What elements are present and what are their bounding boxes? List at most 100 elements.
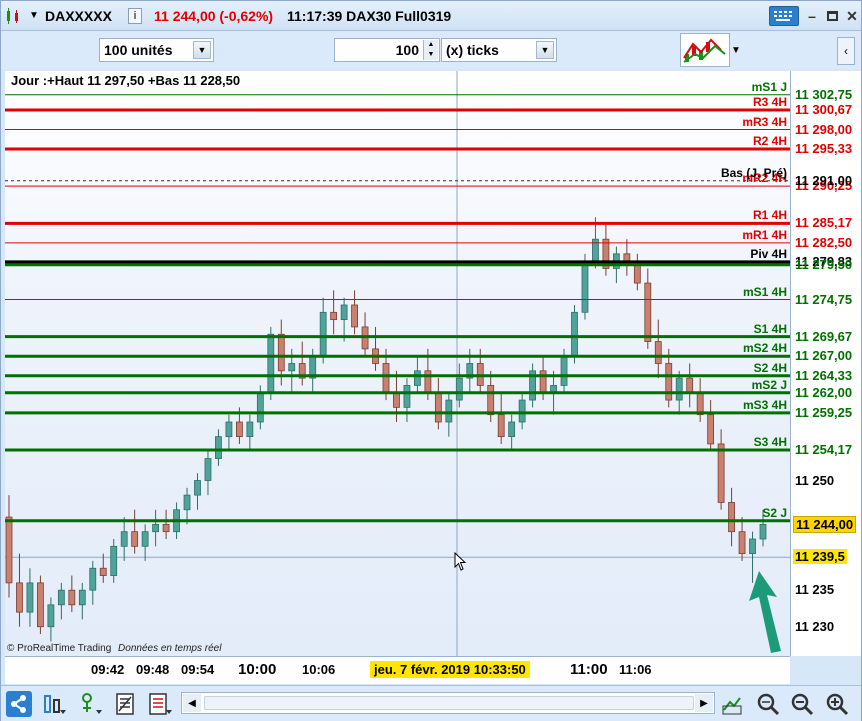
ticks-select[interactable]: (x) ticks ▼: [441, 38, 557, 62]
level-price-label: 11 269,67: [795, 328, 853, 344]
candle-body: [215, 436, 222, 459]
footer-brand: © ProRealTime Trading: [7, 643, 112, 654]
info-icon[interactable]: i: [128, 8, 142, 24]
candle-body: [16, 582, 23, 613]
chevron-down-icon[interactable]: ▼: [536, 41, 554, 59]
candle-body: [445, 399, 453, 423]
candle-body: [393, 392, 400, 408]
level-price-label: 11 254,17: [795, 442, 853, 457]
candle-body: [434, 392, 442, 423]
chart-footer: © ProRealTime Trading Données en temps r…: [7, 643, 221, 654]
dropdown-arrow-icon[interactable]: ▼: [29, 10, 39, 21]
trading-window: ▼ DAXXXXX i 11 244,00 (-0,62%) 11:17:39 …: [0, 0, 862, 721]
candle-body: [403, 385, 411, 408]
level-price-label: 11 302,75: [795, 86, 853, 102]
time-label: 09:42: [91, 662, 125, 677]
candle-body: [717, 443, 725, 503]
zoom-out-icon[interactable]: [789, 691, 815, 717]
level-price-label: 11 282,50: [795, 234, 853, 250]
scroll-thumb[interactable]: [204, 696, 694, 710]
chart-canvas[interactable]: [5, 71, 790, 656]
candle-body: [246, 421, 254, 438]
level-price-label: 11 298,00: [795, 121, 853, 137]
chart-type-icon[interactable]: [41, 691, 67, 717]
candle-body: [225, 421, 233, 438]
candle-body: [68, 589, 76, 606]
candle-body: [330, 311, 338, 321]
title-bar: ▼ DAXXXXX i 11 244,00 (-0,62%) 11:17:39 …: [1, 1, 861, 31]
order-toolbar: 100 unités ▼ 100 ▲ ▼ (x) ticks ▼ ▼ ‹: [1, 31, 861, 69]
symbol-name[interactable]: DAXXXXX: [45, 8, 112, 24]
candle-body: [665, 363, 673, 401]
candle-body: [57, 589, 65, 606]
level-label: Piv 4H: [750, 247, 787, 262]
cursor-time-label: jeu. 7 févr. 2019 10:33:50: [370, 661, 530, 678]
candle-body: [738, 531, 746, 555]
level-label: S1 4H: [753, 321, 787, 336]
price-chart[interactable]: mS1 J R3 4H mR3 4H R2 4H mR2 4H R1 4H mR1 4H Pi…: [5, 71, 790, 656]
horizontal-scrollbar[interactable]: ◀ ▶: [181, 692, 715, 714]
share-icon[interactable]: [6, 691, 32, 717]
level-label: mS2 J: [751, 377, 787, 392]
drawing-list-icon[interactable]: [113, 691, 139, 717]
candle-body: [204, 458, 212, 481]
level-label: mS1 4H: [742, 284, 787, 299]
quantity-stepper[interactable]: 100 ▲ ▼: [334, 38, 440, 62]
units-select[interactable]: 100 unités ▼: [99, 38, 214, 62]
level-label: mS1 J: [751, 79, 787, 94]
price-axis[interactable]: 11 302,75 11 300,67 11 298,00 11 295,33 11 2…: [790, 71, 861, 656]
chart-indicator-button[interactable]: [680, 33, 730, 67]
mouse-pointer-icon: [454, 552, 467, 571]
minimize-icon[interactable]: –: [801, 7, 823, 25]
chevron-down-icon[interactable]: ▼: [193, 41, 211, 59]
objects-icon[interactable]: [147, 691, 173, 717]
stepper-arrows-icon[interactable]: ▲ ▼: [423, 40, 438, 60]
candle-body: [141, 531, 149, 547]
maximize-icon[interactable]: [821, 7, 843, 25]
level-label: mR1 4H: [742, 227, 787, 242]
units-value: 100 unités: [104, 42, 173, 58]
arrow-up-icon: [749, 571, 781, 653]
current-price-label: 11 244,00: [793, 516, 857, 534]
candle-body: [319, 311, 327, 357]
candle-body: [644, 282, 652, 342]
quantity-value[interactable]: 100: [396, 42, 419, 58]
candle-body: [508, 421, 516, 438]
auto-scroll-icon[interactable]: [719, 691, 745, 717]
candle-body: [497, 414, 505, 438]
time-axis[interactable]: 09:42 09:48 09:54 10:00 10:06 jeu. 7 fév…: [5, 656, 790, 684]
close-icon[interactable]: ✕: [841, 7, 862, 25]
candle-body: [623, 253, 631, 262]
time-label: 10:00: [238, 661, 277, 678]
level-label: R3 4H: [752, 94, 787, 109]
level-label: mS2 4H: [742, 341, 787, 356]
candle-body: [571, 311, 578, 357]
candle-body: [560, 355, 568, 386]
bas-label: Bas (J. Pré): [720, 165, 787, 180]
level-label: S3 4H: [753, 435, 787, 449]
zoom-fit-icon[interactable]: [755, 691, 781, 717]
candle-body: [120, 531, 128, 547]
candle-body: [424, 370, 432, 394]
scroll-right-icon[interactable]: ▶: [695, 694, 713, 712]
candle-body: [414, 370, 421, 386]
chevron-down-icon[interactable]: ▼: [731, 45, 741, 56]
keyboard-icon[interactable]: [769, 6, 799, 26]
candle-body: [675, 377, 683, 401]
indicators-icon[interactable]: [79, 691, 105, 717]
level-price-label: 11 259,25: [795, 404, 853, 420]
candle-body: [235, 421, 243, 438]
side-panel-toggle[interactable]: ‹: [837, 37, 855, 65]
bar-chart-icon[interactable]: [5, 7, 21, 25]
zoom-in-icon[interactable]: [824, 691, 850, 717]
candle-body: [728, 502, 735, 533]
candle-body: [277, 333, 285, 372]
level-label: R1 4H: [752, 208, 787, 223]
candle-body: [455, 377, 463, 401]
ticks-value: (x) ticks: [446, 42, 499, 58]
axis-tick-label: 11 235: [795, 582, 835, 598]
level-price-label: 11 295,33: [795, 141, 853, 157]
level-label: S2 4H: [753, 360, 787, 375]
scroll-left-icon[interactable]: ◀: [183, 694, 201, 712]
time-instrument: 11:17:39 DAX30 Full0319: [287, 8, 452, 24]
